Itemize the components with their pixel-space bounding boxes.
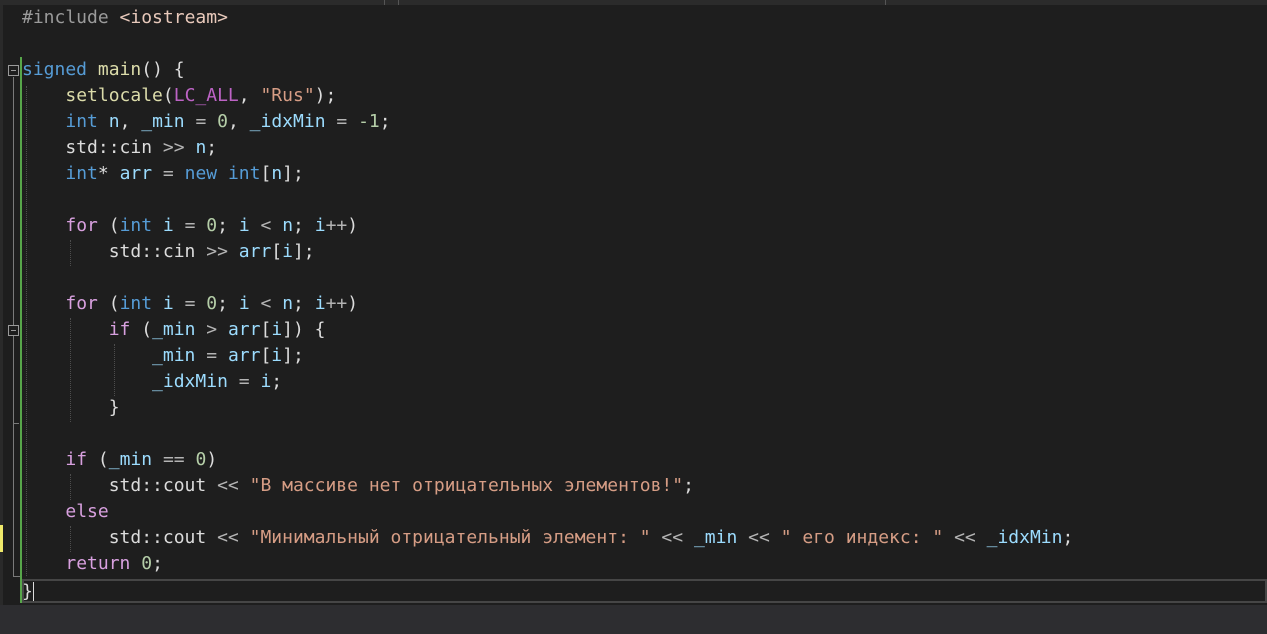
- code-line[interactable]: else: [22, 499, 108, 525]
- code-line[interactable]: _min = arr[i];: [22, 343, 304, 369]
- code-line[interactable]: std::cout << "Минимальный отрицательный …: [22, 525, 1074, 551]
- unsaved-change-marker: [0, 525, 3, 552]
- code-line[interactable]: std::cin >> n;: [22, 135, 217, 161]
- code-line[interactable]: int* arr = new int[n];: [22, 161, 304, 187]
- code-line[interactable]: return 0;: [22, 551, 163, 577]
- code-line[interactable]: }: [22, 579, 33, 605]
- editor-margin: [0, 5, 3, 605]
- code-line[interactable]: #include <iostream>: [22, 5, 228, 31]
- fold-collapse-icon[interactable]: [8, 65, 19, 76]
- code-line[interactable]: for (int i = 0; i < n; i++): [22, 291, 358, 317]
- code-line[interactable]: if (_min == 0): [22, 447, 217, 473]
- code-line[interactable]: for (int i = 0; i < n; i++): [22, 213, 358, 239]
- outline-line-end: [13, 423, 19, 424]
- code-line[interactable]: if (_min > arr[i]) {: [22, 317, 326, 343]
- fold-collapse-icon[interactable]: [8, 325, 19, 336]
- code-line[interactable]: setlocale(LC_ALL, "Rus");: [22, 83, 336, 109]
- code-line[interactable]: int n, _min = 0, _idxMin = -1;: [22, 109, 390, 135]
- outline-line-end: [13, 576, 20, 577]
- code-line[interactable]: _idxMin = i;: [22, 369, 282, 395]
- code-line[interactable]: std::cout << "В массиве нет отрицательны…: [22, 473, 694, 499]
- code-line[interactable]: signed main() {: [22, 57, 185, 83]
- code-line[interactable]: }: [22, 395, 120, 421]
- code-lines[interactable]: #include <iostream> signed main() { setl…: [22, 5, 1262, 605]
- code-line[interactable]: std::cin >> arr[i];: [22, 239, 315, 265]
- editor-bottom-bar: [0, 605, 1267, 634]
- text-caret: [33, 582, 34, 601]
- code-editor[interactable]: #include <iostream> signed main() { setl…: [0, 0, 1267, 634]
